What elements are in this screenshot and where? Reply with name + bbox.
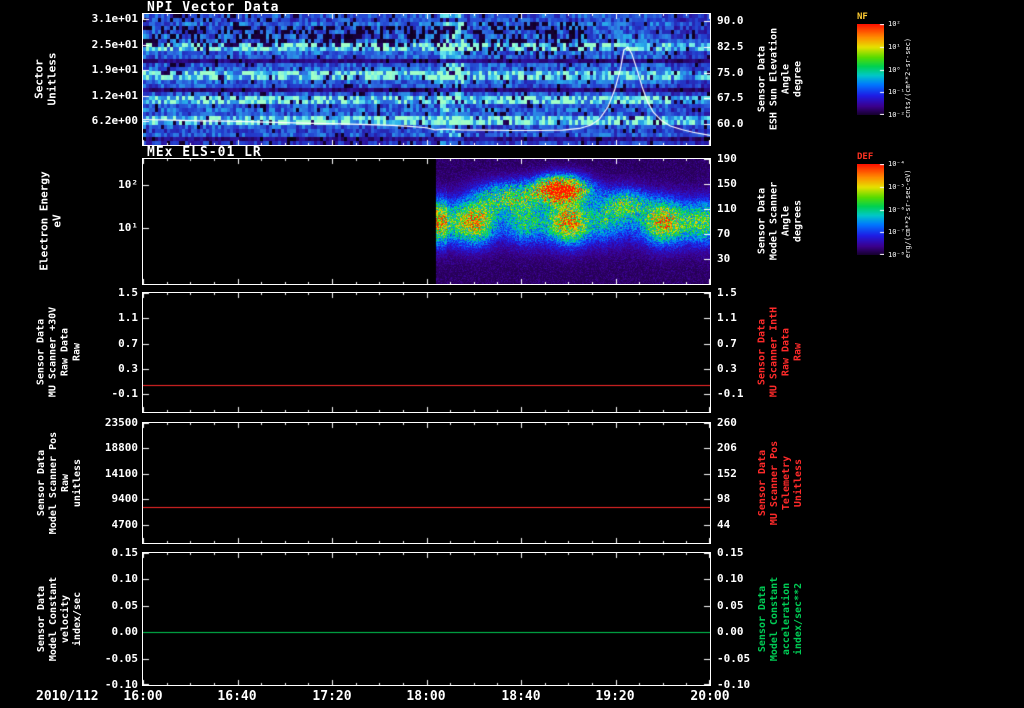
tick-label: 0.10: [112, 572, 139, 585]
tick-label: -0.1: [717, 387, 744, 400]
tick-label: 0.3: [717, 362, 737, 375]
tick-label: 10⁰: [888, 66, 901, 74]
tick-label: 10⁻¹: [888, 88, 905, 96]
tick-label: 0.00: [717, 625, 744, 638]
time-tick-1640: 16:40: [190, 689, 284, 704]
tick-label: 10⁻⁷: [888, 228, 905, 236]
tick-label: 44: [717, 518, 730, 531]
colorbar-nf: [857, 24, 884, 115]
tick-label: 0.05: [112, 599, 139, 612]
tick-label: 0.7: [717, 337, 737, 350]
panel-model-constant: [142, 552, 711, 686]
tick-label: 0.15: [112, 546, 139, 559]
tick-label: 67.5: [717, 91, 744, 104]
time-tick-2000: 20:00: [663, 689, 757, 704]
tick-label: 23500: [105, 416, 138, 429]
axis-title-sun-elevation: Sensor Data ESH Sun Elevation Angle degr…: [757, 14, 805, 145]
tick-label: 0.3: [118, 362, 138, 375]
tick-label: 10²: [888, 20, 901, 28]
scanner-pos-canvas: [143, 423, 710, 543]
tick-label: 30: [717, 252, 730, 265]
tick-label: 0.00: [112, 625, 139, 638]
tick-label: 10²: [118, 178, 138, 191]
tick-label: 60.0: [717, 117, 744, 130]
tick-label: 1.2e+01: [92, 89, 138, 102]
tick-label: 1.5: [118, 286, 138, 299]
tick-label: -0.10: [717, 678, 750, 691]
date-label: 2010/112: [36, 689, 99, 704]
tick-label: 190: [717, 152, 737, 165]
tick-label: 206: [717, 441, 737, 454]
tick-label: 0.7: [118, 337, 138, 350]
tick-label: 4700: [112, 518, 139, 531]
tick-label: 110: [717, 202, 737, 215]
tick-label: 152: [717, 467, 737, 480]
tick-label: 1.9e+01: [92, 63, 138, 76]
npi-spectrogram-canvas: [143, 14, 710, 145]
time-tick-1720: 17:20: [285, 689, 379, 704]
tick-label: 3.1e+01: [92, 12, 138, 25]
model-constant-canvas: [143, 553, 710, 685]
tick-label: 0.05: [717, 599, 744, 612]
tick-label: 6.2e+00: [92, 114, 138, 127]
els-spectrogram-canvas: [143, 159, 710, 284]
tick-label: -0.05: [717, 652, 750, 665]
mu-scanner-30v-canvas: [143, 293, 710, 412]
tick-label: 98: [717, 492, 730, 505]
panel-scanner-pos: [142, 422, 711, 544]
tick-label: 18800: [105, 441, 138, 454]
axis-title-sector: Sector Unitless: [33, 14, 59, 145]
tick-label: 10⁻⁴: [888, 160, 905, 168]
axis-title-scanner-telemetry: Sensor Data MU Scanner Pos Telemetry Uni…: [757, 423, 805, 543]
tick-label: -0.1: [112, 387, 139, 400]
tick-label: 14100: [105, 467, 138, 480]
axis-title-electron-energy: Electron Energy eV: [38, 159, 64, 284]
colorbar-nf-label: NF: [857, 12, 868, 22]
tick-label: 10⁻⁸: [888, 251, 905, 259]
time-tick-1840: 18:40: [474, 689, 568, 704]
tick-label: 9400: [112, 492, 139, 505]
tick-label: 10⁻⁵: [888, 183, 905, 191]
tick-label: 0.10: [717, 572, 744, 585]
tick-label: 82.5: [717, 40, 744, 53]
plot-figure: NPI Vector Data MEx ELS-01 LR Sector Uni…: [0, 0, 1024, 708]
axis-title-mu-scanner-30v: Sensor Data MU Scanner +30V Raw Data Raw: [36, 293, 84, 412]
colorbar-def: [857, 164, 884, 255]
tick-label: 10¹: [888, 43, 901, 51]
tick-label: 90.0: [717, 14, 744, 27]
panel-els-spectrogram: [142, 158, 711, 285]
panel1-title: NPI Vector Data: [147, 0, 279, 15]
tick-label: 1.1: [717, 311, 737, 324]
tick-label: 10¹: [118, 221, 138, 234]
panel2-title: MEx ELS-01 LR: [147, 145, 262, 160]
panel-mu-scanner-30v: [142, 292, 711, 413]
tick-label: 1.1: [118, 311, 138, 324]
axis-title-scanner-pos-raw: Sensor Data Model Scanner Pos Raw unitle…: [36, 423, 84, 543]
time-tick-1600: 16:00: [96, 689, 190, 704]
colorbar-nf-unit: cnts/(cm**2-sr-sec): [904, 22, 912, 118]
time-tick-1800: 18:00: [379, 689, 473, 704]
tick-label: 70: [717, 227, 730, 240]
tick-label: 150: [717, 177, 737, 190]
colorbar-def-label: DEF: [857, 152, 873, 162]
axis-title-model-velocity: Sensor Data Model Constant velocity inde…: [36, 553, 84, 685]
tick-label: 260: [717, 416, 737, 429]
tick-label: 2.5e+01: [92, 38, 138, 51]
colorbar-def-unit: erg/(cm**2-sr-sec-eV): [904, 162, 912, 258]
panel-npi-spectrogram: [142, 13, 711, 146]
tick-label: 0.15: [717, 546, 744, 559]
axis-title-mu-scanner-inth: Sensor Data MU Scanner IntH Raw Data Raw: [757, 293, 805, 412]
tick-label: 75.0: [717, 66, 744, 79]
tick-label: -0.05: [105, 652, 138, 665]
time-tick-1920: 19:20: [568, 689, 662, 704]
tick-label: -0.10: [105, 678, 138, 691]
tick-label: 10⁻²: [888, 111, 905, 119]
axis-title-scanner-angle: Sensor Data Model Scanner Angle degrees: [757, 159, 805, 284]
tick-label: 1.5: [717, 286, 737, 299]
tick-label: 10⁻⁶: [888, 206, 905, 214]
axis-title-model-acceleration: Sensor Data Model Constant acceleration …: [757, 553, 805, 685]
